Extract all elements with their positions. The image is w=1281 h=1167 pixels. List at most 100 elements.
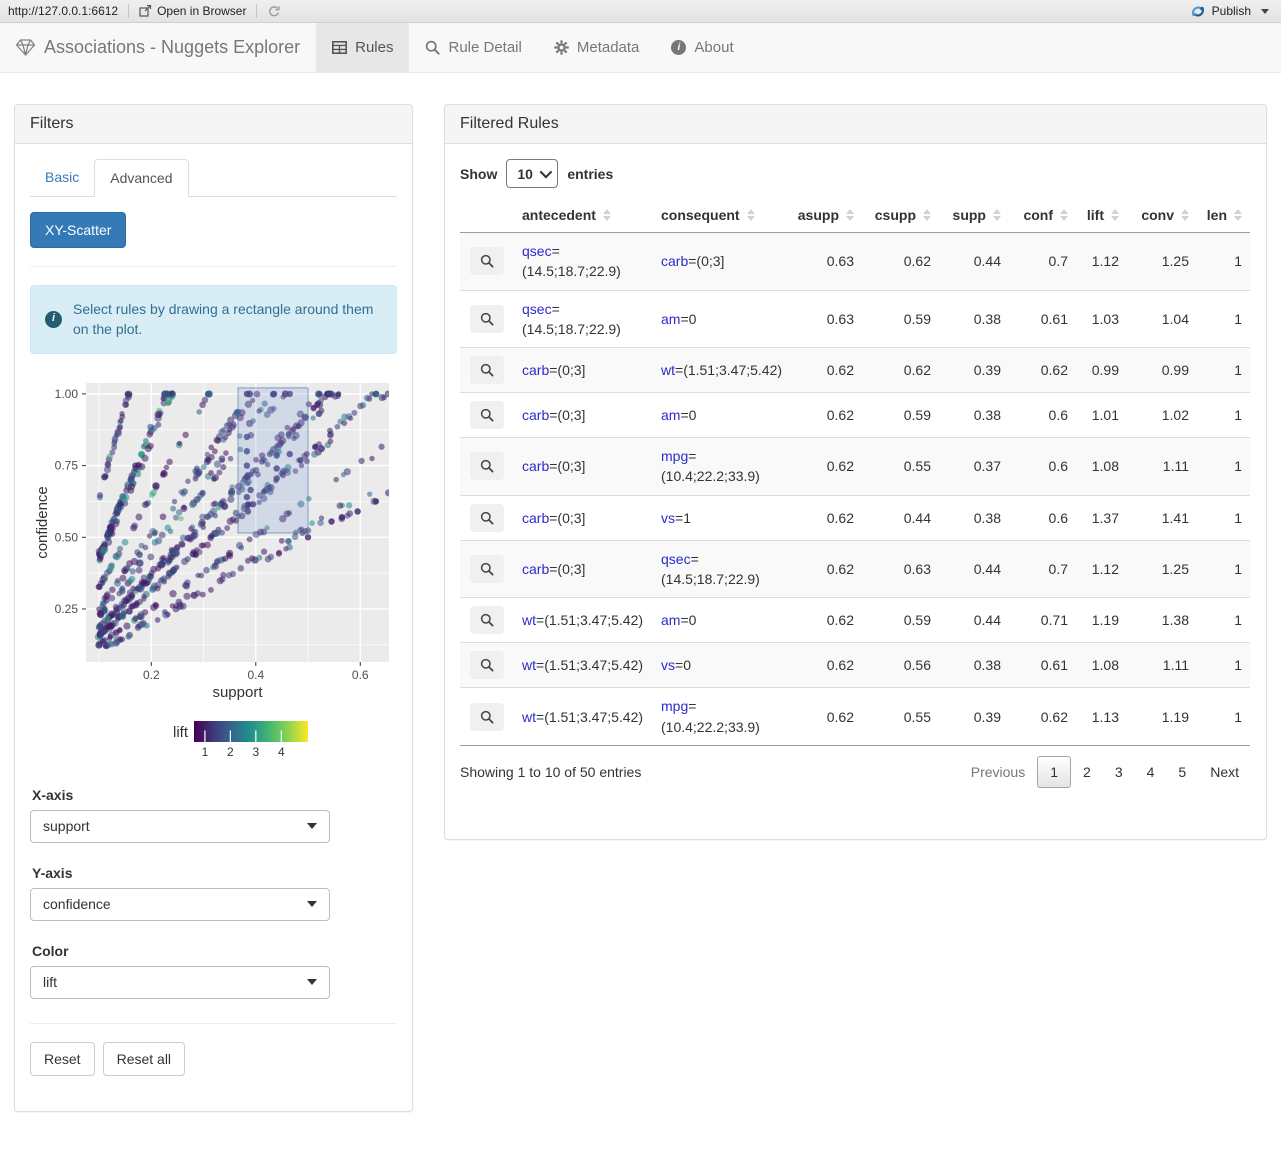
asupp-cell: 0.62 bbox=[826, 560, 854, 577]
tab-metadata[interactable]: Metadata bbox=[538, 23, 656, 72]
rule-detail-button[interactable] bbox=[470, 401, 504, 430]
rule-detail-button[interactable] bbox=[470, 356, 504, 385]
publish-button[interactable]: Publish bbox=[1190, 4, 1273, 19]
page-button-1[interactable]: 1 bbox=[1037, 755, 1072, 788]
consequent-cell: carb=(0;3] bbox=[661, 253, 725, 270]
rule-detail-button[interactable] bbox=[470, 651, 504, 680]
filters-panel: Filters Basic Advanced XY-Scatter i Sele… bbox=[14, 104, 413, 1112]
table-row: wt=(1.51;3.47;5.42) am=0 0.62 0.59 0.44 0.71 1… bbox=[460, 597, 1250, 643]
tab-rule-detail[interactable]: Rule Detail bbox=[409, 23, 537, 72]
lift-cell: 1.19 bbox=[1091, 612, 1119, 629]
chevron-down-icon bbox=[539, 165, 553, 179]
csupp-cell: 0.56 bbox=[903, 657, 931, 674]
page-size-select[interactable]: 10 bbox=[506, 159, 559, 188]
header-asupp[interactable]: asupp bbox=[792, 198, 862, 233]
show-label: Show bbox=[460, 165, 498, 182]
conv-cell: 1.11 bbox=[1162, 458, 1189, 475]
supp-cell: 0.38 bbox=[973, 657, 1001, 674]
reset-all-button[interactable]: Reset all bbox=[102, 1041, 186, 1076]
header-len[interactable]: len bbox=[1197, 198, 1250, 233]
header-csupp[interactable]: csupp bbox=[862, 198, 939, 233]
lift-cell: 1.12 bbox=[1091, 560, 1119, 577]
rule-detail-button[interactable] bbox=[470, 247, 504, 276]
conf-cell: 0.62 bbox=[1040, 708, 1068, 725]
color-select[interactable]: lift bbox=[30, 965, 330, 999]
supp-cell: 0.44 bbox=[973, 560, 1001, 577]
toolbar-divider bbox=[256, 4, 258, 18]
sort-icon bbox=[923, 209, 931, 221]
previous-page-button[interactable]: Previous bbox=[959, 757, 1037, 787]
tab-about[interactable]: i About bbox=[655, 23, 749, 72]
antecedent-cell: wt=(1.51;3.47;5.42) bbox=[522, 657, 644, 674]
rule-detail-button[interactable] bbox=[470, 304, 504, 333]
sort-icon bbox=[1181, 209, 1189, 221]
supp-cell: 0.38 bbox=[973, 407, 1001, 424]
lift-cell: 1.08 bbox=[1091, 657, 1119, 674]
filtered-rules-panel: Filtered Rules Show 10 entries anteceden… bbox=[444, 104, 1267, 840]
rules-table: antecedent consequent asupp csupp supp c… bbox=[460, 198, 1250, 746]
csupp-cell: 0.44 bbox=[903, 509, 931, 526]
page-button-2[interactable]: 2 bbox=[1071, 757, 1103, 787]
sort-icon bbox=[602, 209, 611, 221]
table-footer: Showing 1 to 10 of 50 entries Previous 1… bbox=[460, 755, 1251, 788]
rule-detail-button[interactable] bbox=[470, 452, 504, 481]
asupp-cell: 0.62 bbox=[826, 612, 854, 629]
magnifier-icon bbox=[480, 460, 494, 473]
supp-cell: 0.37 bbox=[973, 458, 1001, 475]
page-button-5[interactable]: 5 bbox=[1166, 757, 1198, 787]
page-button-4[interactable]: 4 bbox=[1135, 757, 1167, 787]
viewer-toolbar: http://127.0.0.1:6612 Open in Browser Pu… bbox=[0, 0, 1281, 23]
chevron-down-icon bbox=[307, 901, 317, 908]
reload-icon[interactable] bbox=[267, 5, 281, 18]
tab-advanced[interactable]: Advanced bbox=[94, 159, 189, 197]
table-header-row: antecedent consequent asupp csupp supp c… bbox=[460, 198, 1250, 233]
header-supp[interactable]: supp bbox=[939, 198, 1009, 233]
next-page-button[interactable]: Next bbox=[1198, 757, 1251, 787]
scatter-plot[interactable]: 0.25 0.50 0.75 1.00 0.2 0.4 0.6 support confiden… bbox=[32, 375, 394, 765]
y-axis-select[interactable]: confidence bbox=[30, 887, 330, 921]
xy-scatter-button[interactable]: XY-Scatter bbox=[30, 212, 127, 248]
info-alert-text: Select rules by drawing a rectangle arou… bbox=[73, 301, 374, 338]
header-conf[interactable]: conf bbox=[1009, 198, 1076, 233]
table-row: wt=(1.51;3.47;5.42) vs=0 0.62 0.56 0.38 0.61 1… bbox=[460, 642, 1250, 688]
tab-basic[interactable]: Basic bbox=[30, 159, 94, 197]
header-lift[interactable]: lift bbox=[1076, 198, 1127, 233]
rule-detail-button[interactable] bbox=[470, 702, 504, 731]
table-length-control: Show 10 entries bbox=[460, 159, 1251, 188]
navbar: Associations - Nuggets Explorer Rules Ru… bbox=[0, 23, 1281, 73]
asupp-cell: 0.62 bbox=[826, 509, 854, 526]
csupp-cell: 0.63 bbox=[903, 560, 931, 577]
open-in-browser-button[interactable]: Open in Browser bbox=[139, 4, 246, 18]
divider bbox=[30, 1022, 397, 1024]
page-button-3[interactable]: 3 bbox=[1103, 757, 1135, 787]
magnifier-icon bbox=[480, 562, 494, 576]
lift-cell: 0.99 bbox=[1091, 362, 1119, 379]
conv-cell: 1.25 bbox=[1161, 253, 1189, 270]
consequent-cell: qsec=(14.5;18.7;22.9) bbox=[661, 550, 760, 588]
supp-cell: 0.38 bbox=[973, 310, 1001, 327]
info-alert: i Select rules by drawing a rectangle ar… bbox=[30, 285, 397, 354]
gem-icon bbox=[16, 39, 35, 56]
conv-cell: 1.38 bbox=[1161, 612, 1189, 629]
header-conv[interactable]: conv bbox=[1127, 198, 1197, 233]
conf-cell: 0.62 bbox=[1040, 362, 1068, 379]
rule-detail-button[interactable] bbox=[470, 606, 504, 635]
consequent-cell: mpg=(10.4;22.2;33.9) bbox=[661, 698, 760, 735]
tab-rules[interactable]: Rules bbox=[316, 23, 410, 72]
chevron-down-icon bbox=[307, 823, 317, 830]
magnifier-icon bbox=[480, 659, 494, 672]
header-consequent[interactable]: consequent bbox=[653, 198, 792, 233]
rule-detail-button[interactable] bbox=[470, 503, 504, 532]
x-axis-select[interactable]: support bbox=[30, 809, 330, 843]
svg-text:2: 2 bbox=[227, 745, 234, 759]
y-axis-label: Y-axis bbox=[32, 864, 73, 881]
sort-icon bbox=[993, 209, 1001, 221]
asupp-cell: 0.63 bbox=[826, 310, 854, 327]
reset-button[interactable]: Reset bbox=[30, 1041, 95, 1076]
csupp-cell: 0.55 bbox=[903, 458, 931, 475]
header-antecedent[interactable]: antecedent bbox=[514, 198, 653, 233]
asupp-cell: 0.62 bbox=[826, 458, 854, 475]
rule-detail-button[interactable] bbox=[470, 555, 504, 584]
gear-icon bbox=[554, 40, 569, 55]
svg-text:support: support bbox=[212, 684, 263, 701]
